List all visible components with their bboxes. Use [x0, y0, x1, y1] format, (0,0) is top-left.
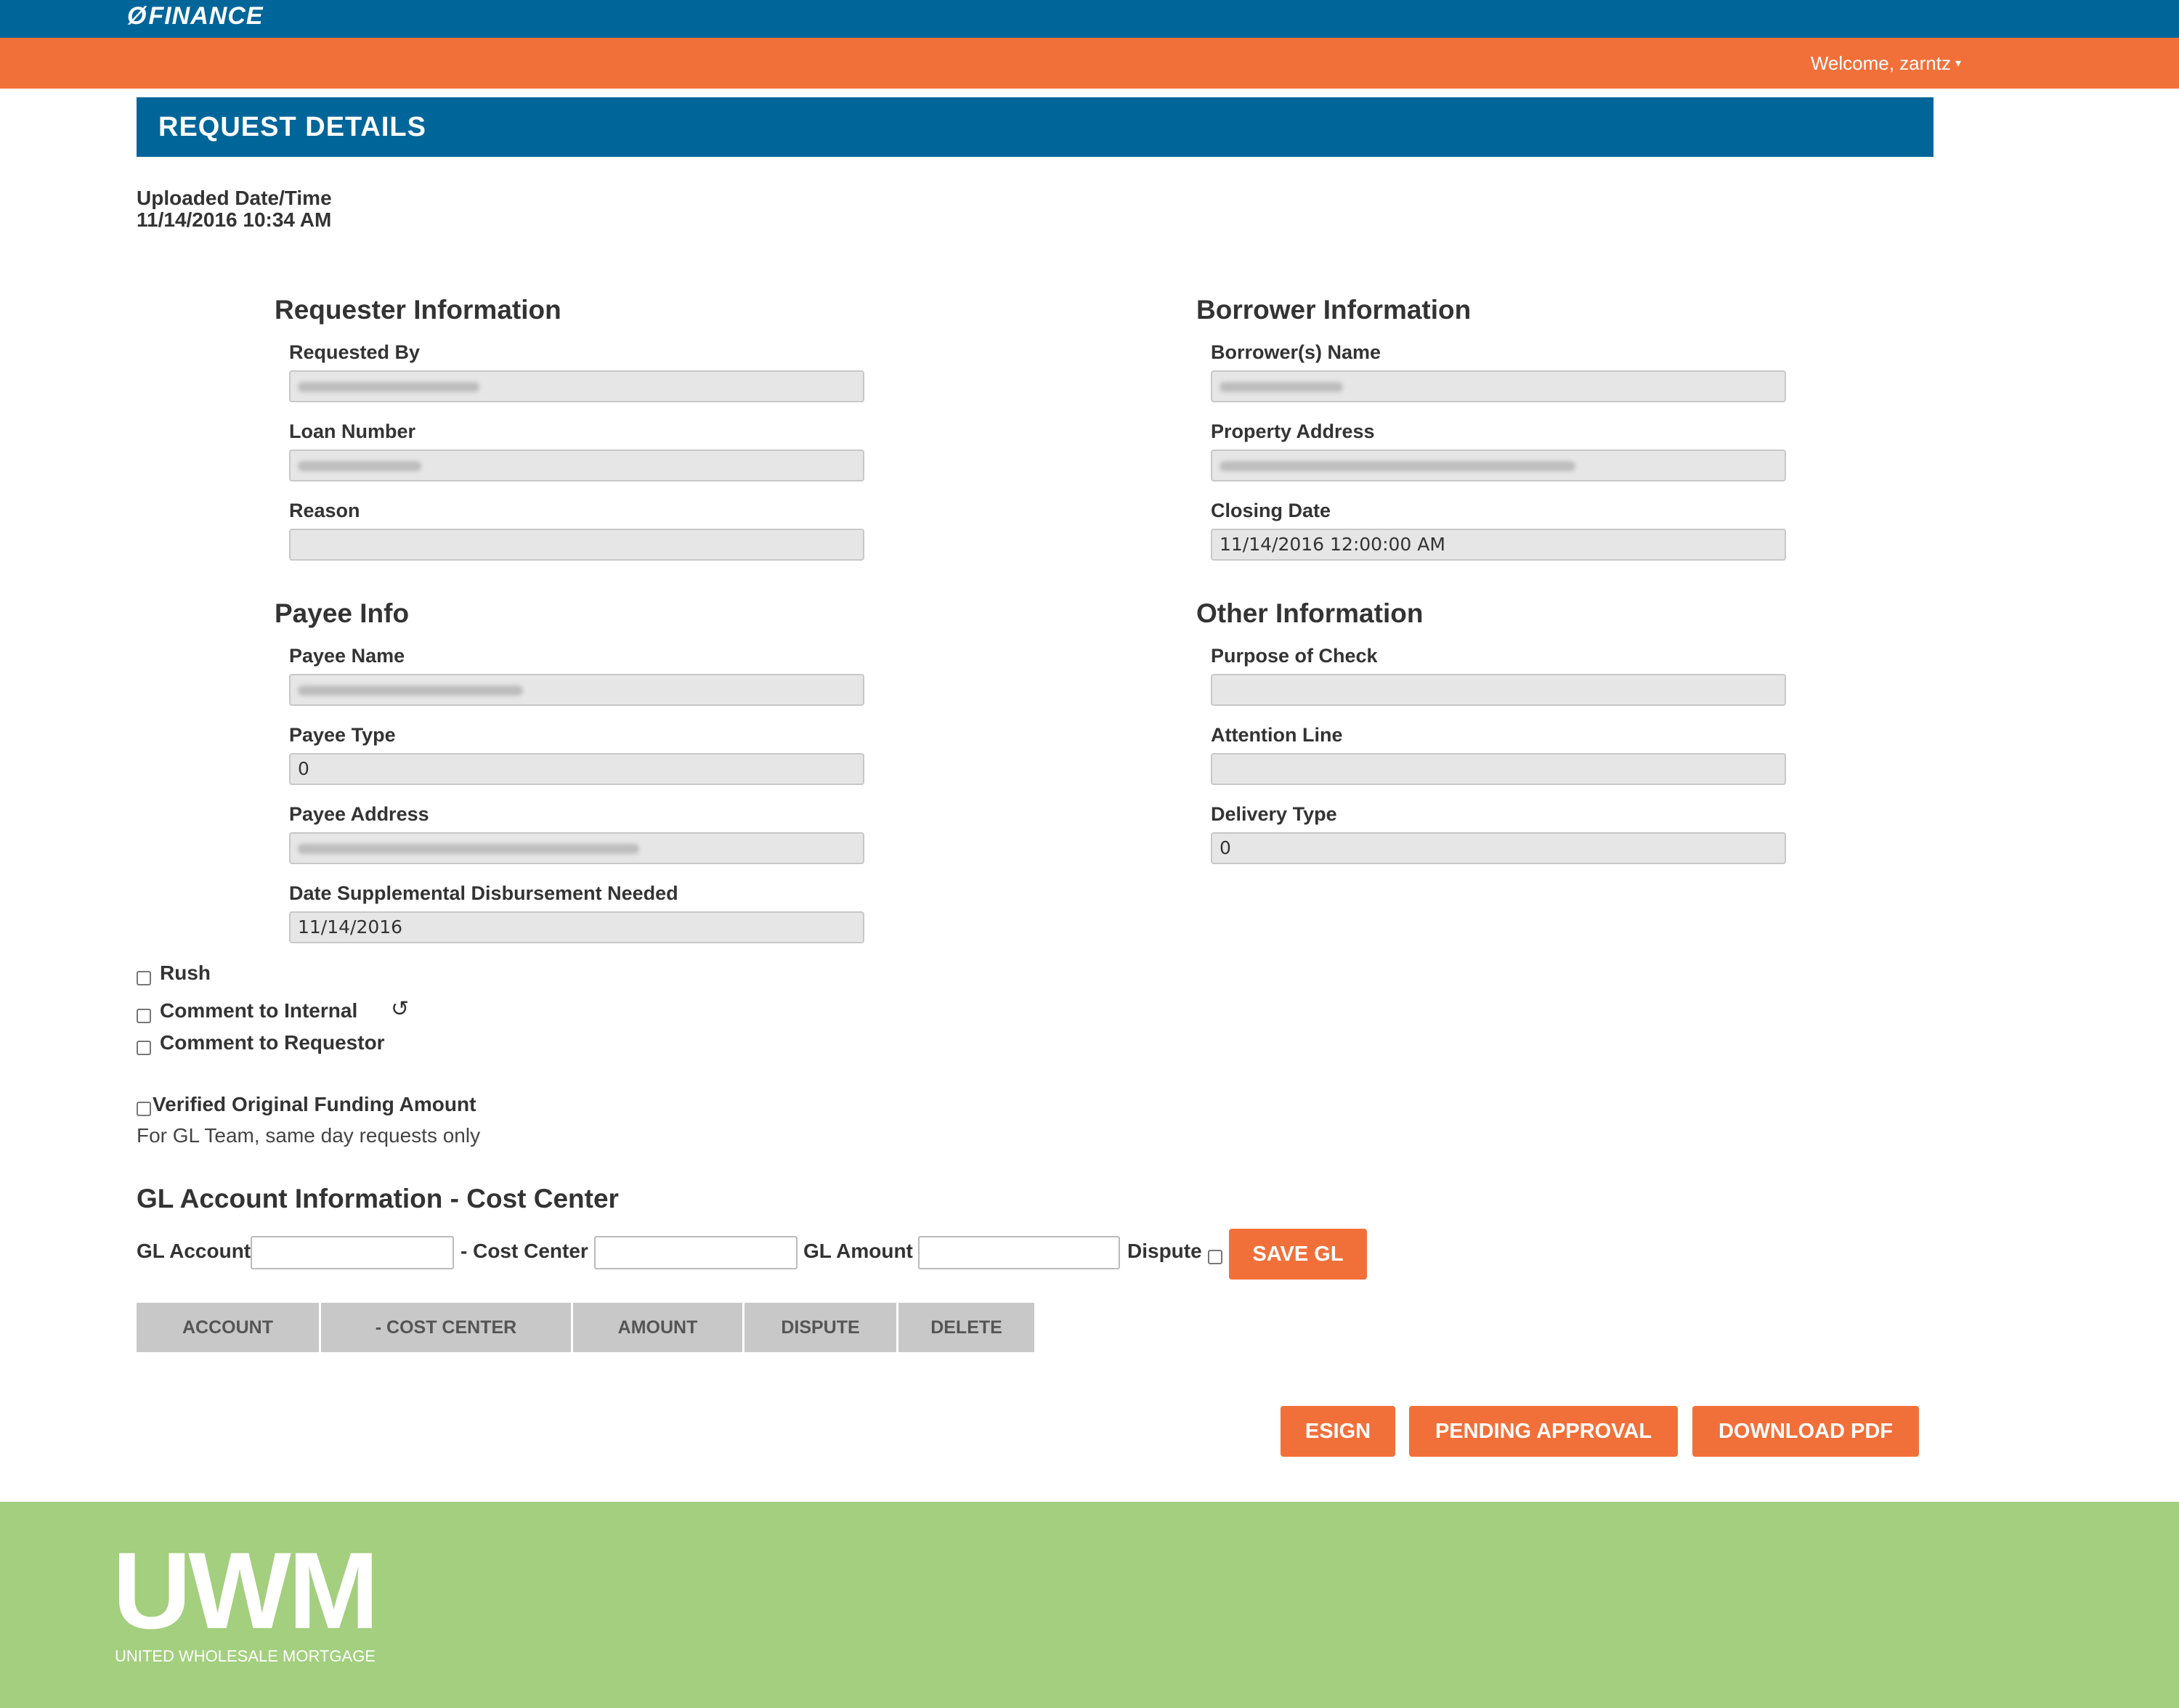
attention-label: Attention Line — [1211, 724, 1343, 746]
payee-name-field[interactable] — [289, 674, 864, 706]
download-pdf-button[interactable]: DOWNLOAD PDF — [1692, 1406, 1919, 1457]
payee-name-label: Payee Name — [289, 645, 405, 667]
comment-internal-checkbox[interactable] — [137, 1009, 151, 1023]
column-header-dispute[interactable]: DISPUTE — [744, 1303, 898, 1352]
delivery-type-field[interactable]: 0 — [1211, 832, 1786, 864]
reason-field[interactable] — [289, 529, 864, 561]
comment-requestor-checkbox[interactable] — [137, 1041, 151, 1055]
borrower-name-label: Borrower(s) Name — [1211, 341, 1381, 363]
borrower-name-field[interactable] — [1211, 370, 1786, 402]
comment-internal-label[interactable]: Comment to Internal — [160, 999, 357, 1022]
borrower-section-title: Borrower Information — [1196, 295, 1472, 325]
payee-type-label: Payee Type — [289, 724, 396, 746]
finance-logo-icon: Ø — [127, 2, 147, 30]
cost-center-input[interactable] — [594, 1236, 798, 1269]
dispute-checkbox[interactable] — [1208, 1250, 1222, 1264]
pending-approval-button[interactable]: PENDING APPROVAL — [1409, 1406, 1678, 1457]
column-header-cost-center[interactable]: - COST CENTER — [321, 1303, 573, 1352]
rush-checkbox[interactable] — [137, 971, 151, 985]
redacted-value — [298, 382, 479, 392]
finance-logo[interactable]: ØFINANCE — [127, 0, 264, 32]
uwm-logo: UWM — [113, 1529, 379, 1651]
loan-number-field[interactable] — [289, 450, 864, 481]
gl-account-label: GL Account — [137, 1240, 251, 1262]
disbursement-date-label: Date Supplemental Disbursement Needed — [289, 882, 678, 904]
top-nav-bar — [0, 0, 2179, 38]
uploaded-value: 11/14/2016 10:34 AM — [137, 208, 332, 231]
verified-funding-label[interactable]: Verified Original Funding Amount — [153, 1093, 476, 1116]
reason-label: Reason — [289, 500, 360, 521]
purpose-field[interactable] — [1211, 674, 1786, 706]
payee-type-field[interactable]: 0 — [289, 753, 864, 785]
column-header-amount[interactable]: AMOUNT — [573, 1303, 744, 1352]
requested-by-label: Requested By — [289, 341, 421, 363]
gl-section-title: GL Account Information - Cost Center — [137, 1184, 619, 1213]
disbursement-date-field[interactable]: 11/14/2016 — [289, 911, 864, 943]
redacted-value — [298, 686, 523, 696]
gl-amount-label: GL Amount — [803, 1240, 913, 1262]
gl-amount-input[interactable] — [918, 1236, 1120, 1269]
verified-funding-checkbox[interactable] — [137, 1102, 151, 1116]
purpose-label: Purpose of Check — [1211, 645, 1378, 667]
other-section-title: Other Information — [1196, 598, 1424, 628]
redacted-value — [1220, 461, 1575, 471]
closing-date-label: Closing Date — [1211, 500, 1331, 521]
comment-requestor-label[interactable]: Comment to Requestor — [160, 1031, 385, 1054]
requester-section-title: Requester Information — [275, 295, 561, 325]
page-header: REQUEST DETAILS — [137, 97, 1933, 157]
redacted-value — [298, 461, 421, 471]
chevron-down-icon: ▾ — [1955, 57, 1961, 70]
property-address-label: Property Address — [1211, 420, 1375, 442]
uploaded-label: Uploaded Date/Time — [137, 187, 332, 209]
uwm-logo-tagline: UNITED WHOLESALE MORTGAGE — [115, 1647, 376, 1665]
save-gl-button[interactable]: SAVE GL — [1229, 1229, 1367, 1280]
verified-note: For GL Team, same day requests only — [137, 1124, 481, 1147]
redacted-value — [298, 844, 639, 854]
gl-account-input[interactable] — [251, 1236, 454, 1269]
redacted-value — [1220, 382, 1343, 392]
delivery-type-label: Delivery Type — [1211, 803, 1337, 825]
brand-name: FINANCE — [148, 2, 264, 30]
rush-label[interactable]: Rush — [160, 961, 211, 985]
column-header-account[interactable]: ACCOUNT — [137, 1303, 321, 1352]
welcome-text: Welcome, zarntz — [1810, 52, 1951, 74]
page-title: REQUEST DETAILS — [158, 112, 426, 142]
payee-address-field[interactable] — [289, 832, 864, 864]
attention-field[interactable] — [1211, 753, 1786, 785]
history-icon[interactable]: ↺ — [391, 996, 409, 1022]
cost-center-label: - Cost Center — [460, 1240, 588, 1262]
loan-number-label: Loan Number — [289, 420, 416, 442]
requested-by-field[interactable] — [289, 370, 864, 402]
closing-date-field[interactable]: 11/14/2016 12:00:00 AM — [1211, 529, 1786, 561]
user-menu[interactable]: Welcome, zarntz ▾ — [1811, 38, 1961, 89]
dispute-label: Dispute — [1127, 1240, 1202, 1262]
uploaded-info: Uploaded Date/Time 11/14/2016 10:34 AM — [137, 187, 332, 231]
property-address-field[interactable] — [1211, 450, 1786, 481]
column-header-delete[interactable]: DELETE — [898, 1303, 1034, 1352]
esign-button[interactable]: ESIGN — [1281, 1406, 1395, 1457]
payee-section-title: Payee Info — [275, 598, 410, 628]
payee-address-label: Payee Address — [289, 803, 429, 825]
